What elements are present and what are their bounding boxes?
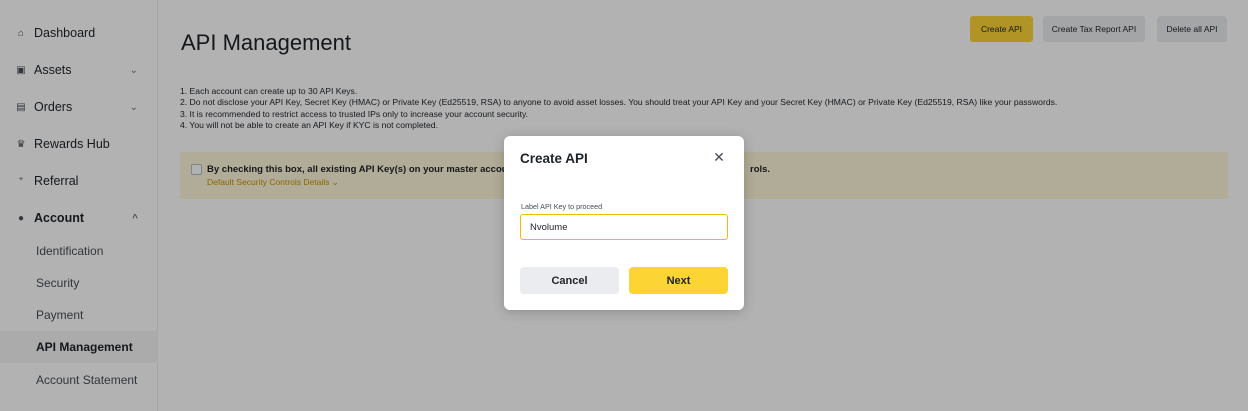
close-icon[interactable]: ✕ [710,148,728,166]
cancel-button[interactable]: Cancel [520,267,619,294]
api-label-field-label: Label API Key to proceed [521,202,603,211]
create-api-modal: Create API ✕ Label API Key to proceed Ca… [504,136,744,310]
api-label-input[interactable] [520,214,728,240]
next-button[interactable]: Next [629,267,728,294]
modal-title: Create API [520,151,588,166]
